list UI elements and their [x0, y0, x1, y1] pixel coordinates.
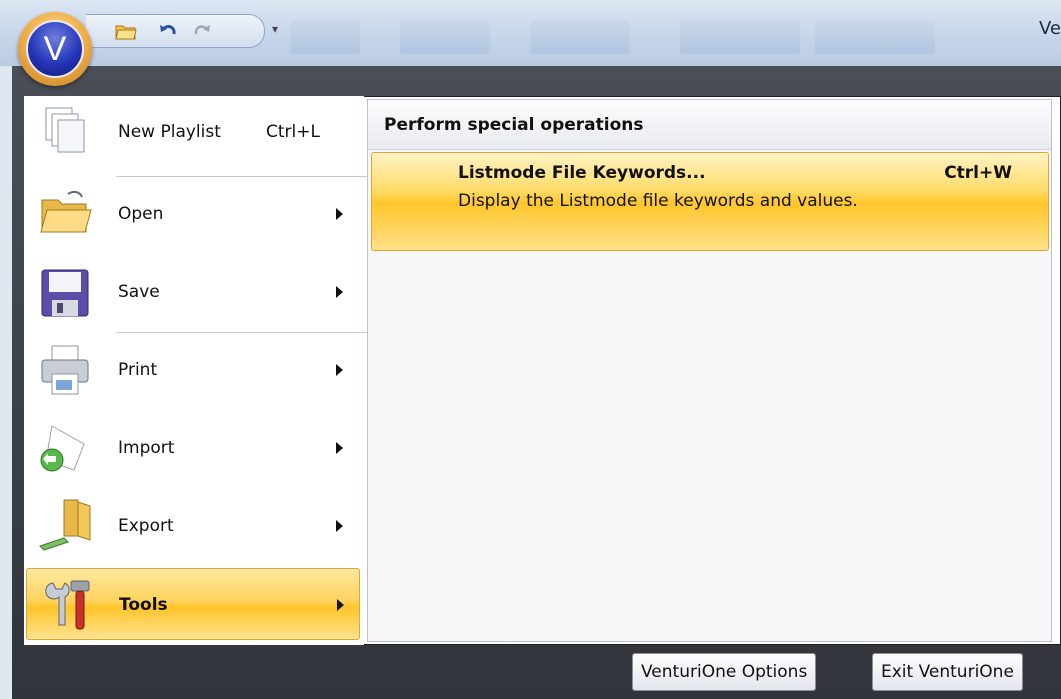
menu-left-column: New Playlist Ctrl+L Open Save Print Impo…: [24, 96, 384, 645]
submenu-item-listmode-file-keywords[interactable]: Listmode File Keywords... Ctrl+W Display…: [371, 152, 1049, 251]
submenu-arrow-icon: [337, 599, 344, 611]
submenu-arrow-icon: [336, 520, 343, 532]
exit-button[interactable]: Exit VenturiOne: [872, 653, 1023, 691]
application-orb-button[interactable]: V: [18, 12, 92, 86]
open-folder-icon[interactable]: [114, 19, 138, 43]
submenu-pane: Perform special operations Listmode File…: [367, 99, 1052, 642]
menu-separator: [116, 332, 384, 333]
undo-icon[interactable]: [156, 19, 180, 43]
tools-icon: [39, 577, 95, 633]
printer-icon: [38, 342, 94, 398]
ribbon-ghost: [400, 20, 490, 54]
open-folder-icon: [38, 186, 94, 242]
menu-item-print[interactable]: Print: [26, 334, 360, 406]
menu-item-label: Print: [118, 360, 158, 380]
menu-item-label: Open: [118, 204, 164, 224]
options-button[interactable]: VenturiOne Options: [632, 653, 817, 691]
submenu-arrow-icon: [336, 442, 343, 454]
submenu-item-label: Listmode File Keywords...: [458, 163, 706, 183]
ribbon-ghost: [680, 20, 800, 54]
customize-dropdown-icon[interactable]: ▾: [272, 22, 278, 36]
ribbon-ghost: [530, 20, 630, 54]
submenu-item-shortcut: Ctrl+W: [944, 163, 1012, 183]
submenu-heading: Perform special operations: [368, 100, 1051, 150]
menu-item-label: Tools: [119, 595, 168, 615]
quick-access-toolbar: [86, 14, 265, 48]
menu-item-import[interactable]: Import: [26, 412, 360, 484]
submenu-arrow-icon: [336, 364, 343, 376]
menu-item-label: Export: [118, 516, 174, 536]
submenu-item-description: Display the Listmode file keywords and v…: [458, 191, 858, 211]
save-disk-icon: [38, 264, 94, 320]
menu-item-tools[interactable]: Tools: [26, 568, 360, 640]
menu-item-save[interactable]: Save: [26, 256, 360, 328]
menu-item-open[interactable]: Open: [26, 178, 360, 250]
menu-item-label: Save: [118, 282, 160, 302]
ribbon-ghost: [815, 20, 935, 54]
ribbon-ghost: [290, 20, 360, 54]
orb-logo: V: [26, 20, 84, 78]
redo-icon[interactable]: [190, 19, 214, 43]
menu-item-export[interactable]: Export: [26, 490, 360, 562]
menu-item-label: Import: [118, 438, 175, 458]
menu-item-new-playlist[interactable]: New Playlist Ctrl+L: [26, 96, 360, 168]
export-icon: [38, 498, 94, 554]
menu-item-shortcut: Ctrl+L: [266, 122, 320, 142]
window-title: Ve: [1039, 18, 1061, 39]
import-icon: [38, 420, 94, 476]
menu-separator: [116, 176, 384, 177]
menu-item-label: New Playlist: [118, 122, 221, 142]
submenu-arrow-icon: [336, 208, 343, 220]
submenu-arrow-icon: [336, 286, 343, 298]
new-playlist-icon: [38, 104, 94, 160]
